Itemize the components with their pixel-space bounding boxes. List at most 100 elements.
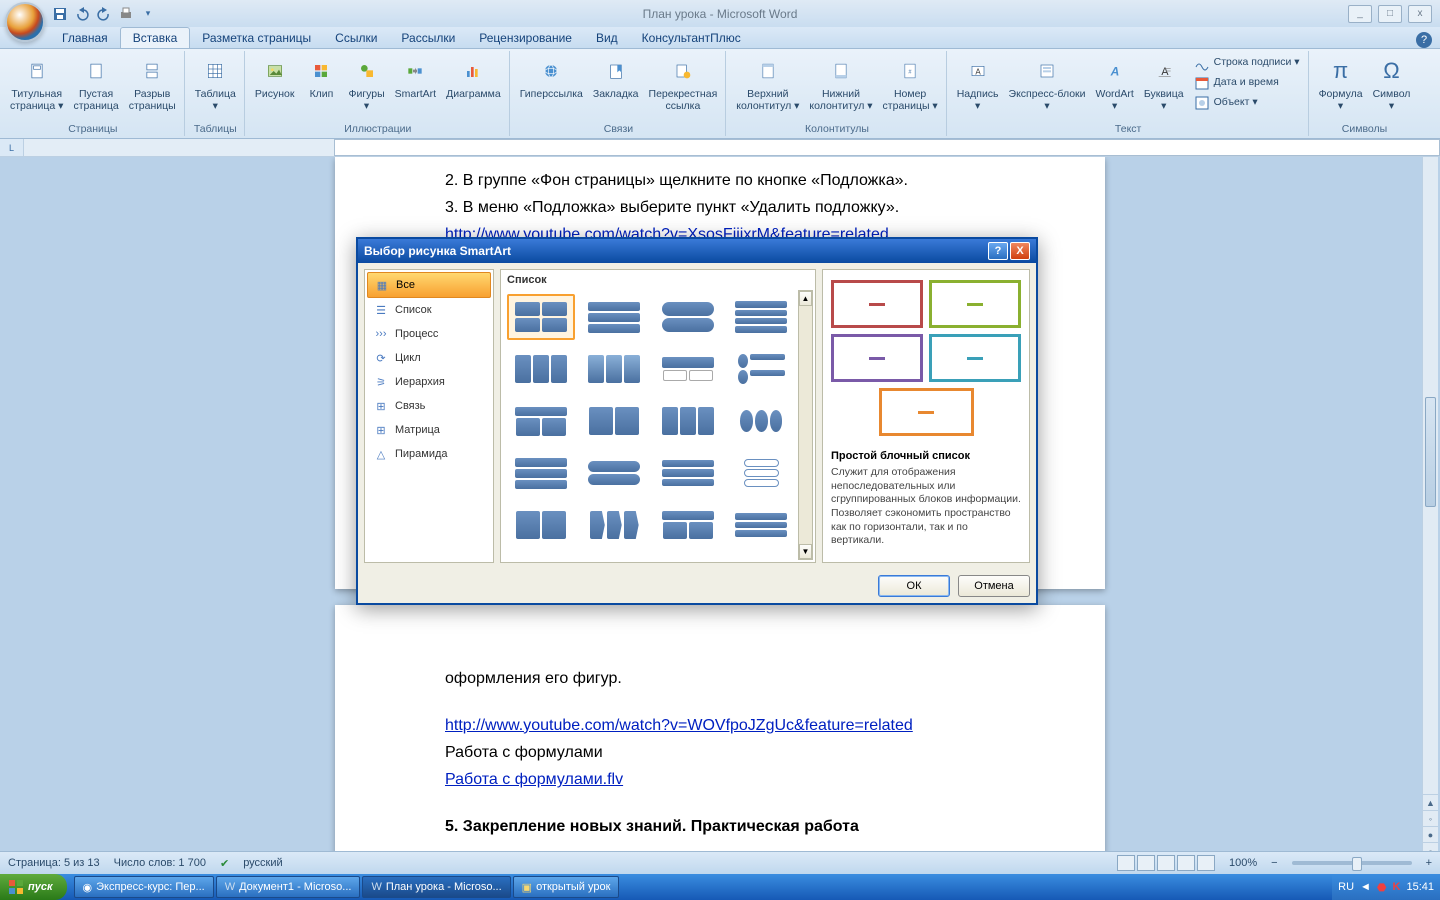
vertical-scrollbar[interactable]: ▲ ◦ ● ◦ ▼ <box>1422 157 1438 874</box>
smartart-thumb[interactable] <box>654 450 722 496</box>
category-hierarchy[interactable]: ⚞Иерархия <box>367 370 491 394</box>
scrollbar-thumb[interactable] <box>1425 397 1436 507</box>
document-page-bottom[interactable]: оформления его фигур. http://www.youtube… <box>335 605 1105 874</box>
category-cycle[interactable]: ⟳Цикл <box>367 346 491 370</box>
wordart-button[interactable]: AWordArt▾ <box>1092 53 1138 114</box>
scroll-up-icon[interactable]: ▲ <box>1423 794 1438 810</box>
view-mode-icons[interactable] <box>1117 855 1215 871</box>
category-relationship[interactable]: ⊞Связь <box>367 394 491 418</box>
tab-references[interactable]: Ссылки <box>323 28 389 48</box>
category-pyramid[interactable]: △Пирамида <box>367 442 491 466</box>
gallery-scroll-up-icon[interactable]: ▲ <box>799 291 812 306</box>
smartart-thumb[interactable] <box>728 294 796 340</box>
doc-formulas-link[interactable]: Работа с формулами.flv <box>445 771 623 788</box>
date-time-button[interactable]: Дата и время <box>1190 73 1304 93</box>
zoom-in-icon[interactable]: + <box>1426 857 1432 869</box>
smartart-thumb[interactable] <box>654 346 722 392</box>
office-button[interactable] <box>5 2 45 42</box>
dropcap-button[interactable]: AБуквица▾ <box>1140 53 1188 114</box>
scroll-prev-page-icon[interactable]: ◦ <box>1423 810 1438 826</box>
doc-youtube-link-2[interactable]: http://www.youtube.com/watch?v=WOVfpoJZg… <box>445 717 913 734</box>
tray-clock[interactable]: 15:41 <box>1406 881 1434 893</box>
print-preview-icon[interactable] <box>118 6 134 22</box>
close-button[interactable]: x <box>1408 5 1432 23</box>
qat-customize-icon[interactable]: ▾ <box>140 6 156 22</box>
ruler-corner[interactable]: L <box>0 139 24 156</box>
smartart-thumb[interactable] <box>654 294 722 340</box>
object-button[interactable]: Объект ▾ <box>1190 93 1304 113</box>
smartart-thumb[interactable] <box>507 294 575 340</box>
smartart-thumb[interactable] <box>728 346 796 392</box>
page-number-button[interactable]: #Номерстраницы ▾ <box>879 53 942 114</box>
shapes-button[interactable]: Фигуры▾ <box>344 53 388 114</box>
smartart-button[interactable]: SmartArt <box>391 53 440 103</box>
minimize-button[interactable]: _ <box>1348 5 1372 23</box>
clipart-button[interactable]: Клип <box>300 53 342 103</box>
gallery-scroll-down-icon[interactable]: ▼ <box>799 544 812 559</box>
tab-page-layout[interactable]: Разметка страницы <box>190 28 323 48</box>
smartart-thumb[interactable] <box>728 450 796 496</box>
undo-icon[interactable] <box>74 6 90 22</box>
taskbar-item-word2[interactable]: WПлан урока - Microso... <box>362 876 510 898</box>
status-language[interactable]: русский <box>243 857 282 869</box>
tray-language[interactable]: RU <box>1338 881 1354 893</box>
dialog-close-button[interactable]: X <box>1010 242 1030 260</box>
ok-button[interactable]: ОК <box>878 575 950 597</box>
smartart-thumb[interactable] <box>581 450 649 496</box>
blank-page-button[interactable]: Пустаястраница <box>69 53 122 114</box>
crossref-button[interactable]: Перекрестнаяссылка <box>645 53 722 114</box>
smartart-thumb[interactable] <box>581 346 649 392</box>
tab-view[interactable]: Вид <box>584 28 630 48</box>
smartart-thumb[interactable] <box>654 502 722 548</box>
zoom-out-icon[interactable]: − <box>1271 857 1277 869</box>
table-button[interactable]: Таблица▾ <box>191 53 240 114</box>
help-icon[interactable]: ? <box>1416 32 1432 48</box>
dialog-help-button[interactable]: ? <box>988 242 1008 260</box>
scroll-browse-icon[interactable]: ● <box>1423 826 1438 842</box>
smartart-thumb[interactable] <box>728 398 796 444</box>
cancel-button[interactable]: Отмена <box>958 575 1030 597</box>
gallery-scrollbar[interactable]: ▲ ▼ <box>798 290 813 560</box>
taskbar-item-chrome[interactable]: ◉Экспресс-курс: Пер... <box>74 876 214 898</box>
equation-button[interactable]: πФормула▾ <box>1315 53 1367 114</box>
category-list[interactable]: ☰Список <box>367 298 491 322</box>
smartart-thumb[interactable] <box>581 398 649 444</box>
taskbar-item-word1[interactable]: WДокумент1 - Microso... <box>216 876 361 898</box>
smartart-thumb[interactable] <box>507 398 575 444</box>
chart-button[interactable]: Диаграмма <box>442 53 505 103</box>
dialog-titlebar[interactable]: Выбор рисунка SmartArt ? X <box>358 239 1036 263</box>
category-process[interactable]: ›››Процесс <box>367 322 491 346</box>
symbol-button[interactable]: ΩСимвол▾ <box>1369 53 1415 114</box>
save-icon[interactable] <box>52 6 68 22</box>
signature-line-button[interactable]: Строка подписи ▾ <box>1190 53 1304 73</box>
hyperlink-button[interactable]: Гиперссылка <box>516 53 587 103</box>
smartart-thumb[interactable] <box>507 346 575 392</box>
smartart-thumb[interactable] <box>507 450 575 496</box>
horizontal-ruler[interactable] <box>24 139 1440 156</box>
textbox-button[interactable]: AНадпись▾ <box>953 53 1003 114</box>
smartart-thumb[interactable] <box>654 398 722 444</box>
status-words[interactable]: Число слов: 1 700 <box>114 857 206 869</box>
quickparts-button[interactable]: Экспресс-блоки▾ <box>1005 53 1090 114</box>
taskbar-item-explorer[interactable]: ▣открытый урок <box>513 876 620 898</box>
page-break-button[interactable]: Разрывстраницы <box>125 53 180 114</box>
maximize-button[interactable]: □ <box>1378 5 1402 23</box>
bookmark-button[interactable]: Закладка <box>589 53 643 103</box>
category-matrix[interactable]: ⊞Матрица <box>367 418 491 442</box>
status-zoom[interactable]: 100% <box>1229 857 1257 869</box>
smartart-thumb[interactable] <box>507 502 575 548</box>
tray-network-icon[interactable]: ◄ <box>1360 881 1371 893</box>
header-button[interactable]: Верхнийколонтитул ▾ <box>732 53 803 114</box>
cover-page-button[interactable]: Титульнаястраница ▾ <box>6 53 67 114</box>
tray-shield-icon[interactable]: ⬣ <box>1377 881 1387 894</box>
category-all[interactable]: ▦Все <box>367 272 491 298</box>
smartart-thumb[interactable] <box>728 502 796 548</box>
smartart-thumb[interactable] <box>581 502 649 548</box>
tab-insert[interactable]: Вставка <box>120 27 191 48</box>
tab-consultant[interactable]: КонсультантПлюс <box>630 28 753 48</box>
start-button[interactable]: пуск <box>0 874 67 900</box>
zoom-slider[interactable] <box>1292 861 1412 865</box>
footer-button[interactable]: Нижнийколонтитул ▾ <box>805 53 876 114</box>
tab-review[interactable]: Рецензирование <box>467 28 584 48</box>
smartart-thumb[interactable] <box>581 294 649 340</box>
